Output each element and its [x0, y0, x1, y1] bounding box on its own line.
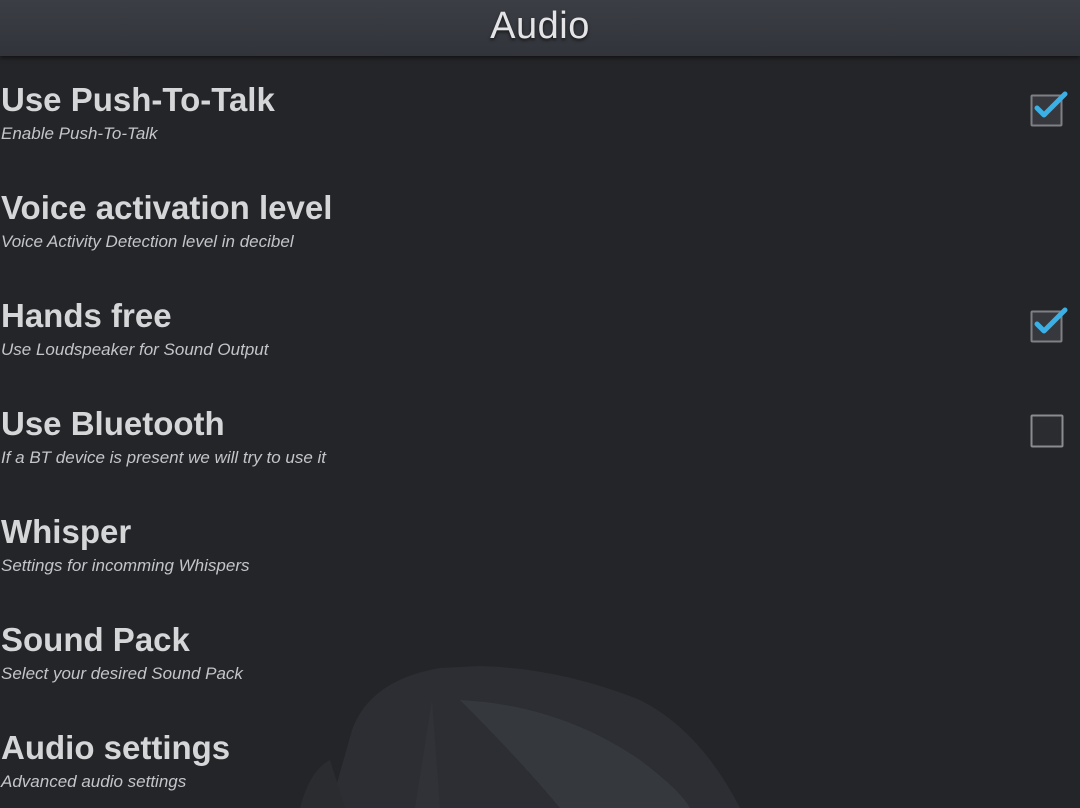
- pref-item-audio-settings[interactable]: Audio settings Advanced audio settings: [0, 704, 1080, 808]
- pref-summary: Voice Activity Detection level in decibe…: [1, 232, 294, 251]
- pref-title: Use Bluetooth: [1, 405, 225, 442]
- page-title: Audio: [490, 5, 590, 47]
- pref-summary: Enable Push-To-Talk: [1, 124, 158, 143]
- pref-item-sound-pack[interactable]: Sound Pack Select your desired Sound Pac…: [0, 596, 1080, 704]
- audio-settings-screen: Audio Use Push-To-Talk Enable Push-To-Ta…: [0, 0, 1080, 808]
- pref-title: Use Push-To-Talk: [1, 81, 275, 118]
- pref-summary: Settings for incomming Whispers: [1, 556, 250, 575]
- pref-title: Hands free: [1, 297, 172, 334]
- pref-title: Whisper: [1, 513, 132, 550]
- pref-title: Voice activation level: [1, 189, 333, 226]
- pref-summary: Select your desired Sound Pack: [1, 664, 243, 683]
- pref-item-voice-activation-level[interactable]: Voice activation level Voice Activity De…: [0, 164, 1080, 272]
- pref-item-push-to-talk[interactable]: Use Push-To-Talk Enable Push-To-Talk: [0, 56, 1080, 164]
- app-bar: Audio: [0, 0, 1080, 56]
- pref-summary: Advanced audio settings: [1, 772, 187, 791]
- pref-item-whisper[interactable]: Whisper Settings for incomming Whispers: [0, 488, 1080, 596]
- pref-summary: If a BT device is present we will try to…: [1, 448, 327, 467]
- pref-title: Audio settings: [1, 729, 231, 766]
- pref-summary: Use Loudspeaker for Sound Output: [1, 340, 269, 359]
- pref-item-use-bluetooth[interactable]: Use Bluetooth If a BT device is present …: [0, 380, 1080, 488]
- pref-title: Sound Pack: [1, 621, 190, 658]
- pref-item-hands-free[interactable]: Hands free Use Loudspeaker for Sound Out…: [0, 272, 1080, 380]
